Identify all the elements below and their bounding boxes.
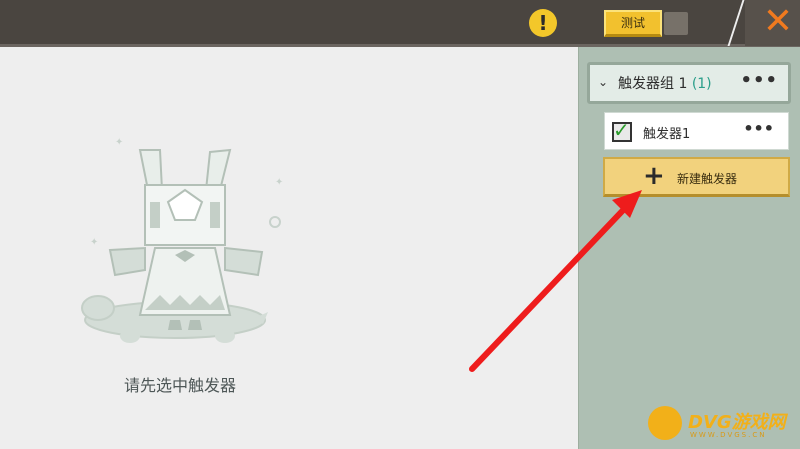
trigger-group-header[interactable]: ⌄ 触发器组 1 (1) ••• [587, 62, 791, 104]
watermark: DVG游戏网 WWW.DVGS.CN [648, 404, 798, 446]
trigger-group-name: 触发器组 1 [618, 76, 688, 92]
test-toggle[interactable] [664, 12, 688, 35]
svg-text:✦: ✦ [90, 237, 98, 248]
trigger-checkbox[interactable]: ✓ [612, 118, 632, 142]
trigger-item-label: 触发器1 [643, 127, 691, 142]
trigger-item[interactable]: ✓ 触发器1 ••• [604, 112, 789, 150]
new-trigger-label: 新建触发器 [677, 172, 738, 186]
trigger-panel [578, 47, 800, 449]
more-options-icon[interactable]: ••• [740, 70, 778, 91]
empty-hint-text: 请先选中触发器 [123, 376, 236, 395]
watermark-subtext: WWW.DVGS.CN [690, 431, 767, 439]
exclamation-icon[interactable]: ! [529, 9, 557, 37]
gamepad-logo-icon [648, 406, 682, 440]
new-trigger-button[interactable]: + 新建触发器 [603, 157, 790, 197]
more-options-icon[interactable]: ••• [743, 119, 774, 138]
chevron-down-icon[interactable]: ⌄ [598, 75, 608, 89]
trigger-group-title: 触发器组 1 (1) [618, 73, 712, 93]
checkmark-icon: ✓ [613, 118, 630, 142]
trigger-group-count: (1) [691, 76, 712, 92]
rabbit-on-turtle-illustration: ✦ ✦ ✦ [81, 137, 283, 343]
close-icon[interactable]: ✕ [760, 3, 796, 41]
plus-icon: + [643, 161, 665, 191]
svg-text:✦: ✦ [115, 137, 123, 148]
svg-text:✦: ✦ [275, 177, 283, 188]
test-button[interactable]: 测试 [604, 10, 662, 37]
